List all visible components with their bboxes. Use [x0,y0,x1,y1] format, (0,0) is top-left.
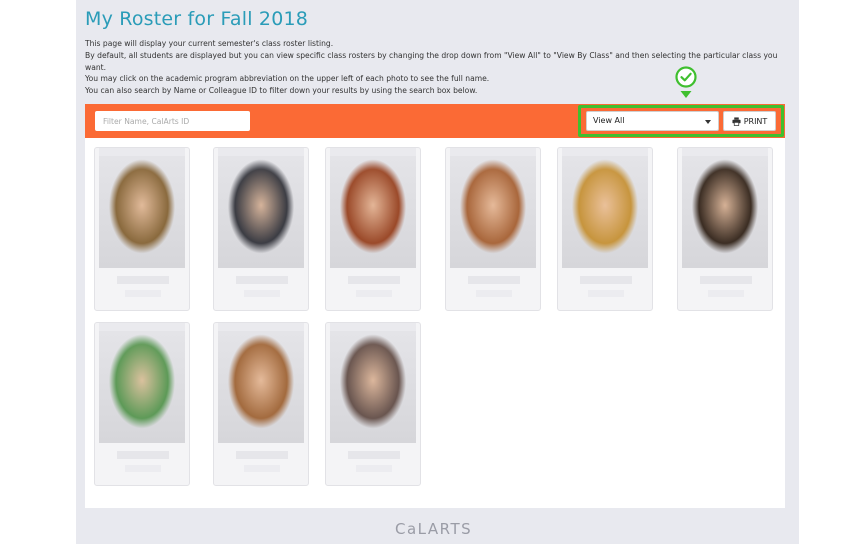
program-abbreviation[interactable] [218,323,304,331]
student-id [244,465,280,472]
view-select[interactable]: View All [586,111,719,131]
checkmark-pin-icon [675,66,697,98]
student-card[interactable] [325,147,421,311]
student-id [244,290,280,297]
student-id [356,465,392,472]
student-photo [450,156,536,268]
student-card[interactable] [94,322,190,486]
student-name [236,451,288,459]
student-photo [99,156,185,268]
student-id [125,290,161,297]
student-card[interactable] [213,322,309,486]
program-abbreviation[interactable] [450,148,536,156]
student-card[interactable] [677,147,773,311]
student-photo [562,156,648,268]
student-card[interactable] [445,147,541,311]
student-photo [218,156,304,268]
student-name [580,276,632,284]
calarts-logo: CaLARTS [395,520,473,538]
student-card[interactable] [94,147,190,311]
student-photo [330,156,416,268]
student-id [476,290,512,297]
student-photo [99,331,185,443]
roster-grid [85,138,785,508]
student-name [236,276,288,284]
student-name [348,451,400,459]
student-name [348,276,400,284]
student-photo [330,331,416,443]
printer-icon [732,116,741,126]
chevron-down-icon [705,120,711,124]
student-id [356,290,392,297]
student-photo [682,156,768,268]
program-abbreviation[interactable] [99,148,185,156]
student-card[interactable] [325,322,421,486]
print-button[interactable]: PRINT [723,111,776,131]
program-abbreviation[interactable] [330,323,416,331]
search-input[interactable] [95,111,250,131]
student-name [700,276,752,284]
student-name [468,276,520,284]
student-card[interactable] [557,147,653,311]
view-select-value: View All [593,116,625,125]
program-abbreviation[interactable] [330,148,416,156]
student-name [117,276,169,284]
student-id [588,290,624,297]
student-id [708,290,744,297]
page-title: My Roster for Fall 2018 [85,8,309,30]
intro-line: This page will display your current seme… [85,39,334,48]
program-abbreviation[interactable] [218,148,304,156]
student-id [125,465,161,472]
program-abbreviation[interactable] [682,148,768,156]
program-abbreviation[interactable] [562,148,648,156]
program-abbreviation[interactable] [99,323,185,331]
student-name [117,451,169,459]
student-photo [218,331,304,443]
student-card[interactable] [213,147,309,311]
print-label: PRINT [743,116,768,126]
